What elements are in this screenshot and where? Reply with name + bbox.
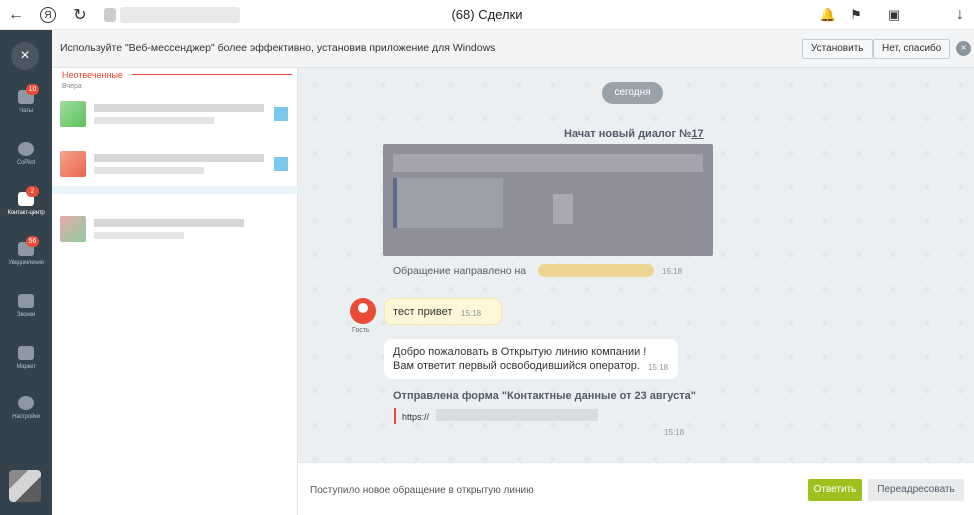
guest-label: Гость	[352, 327, 370, 334]
list-separator	[52, 186, 298, 194]
message-text: Добро пожаловать в Открытую линию компан…	[393, 346, 647, 358]
sidebar-item-settings[interactable]: Настройки	[0, 392, 52, 438]
gear-icon	[18, 396, 34, 410]
notifications-icon[interactable]: 🔔	[818, 5, 838, 25]
guest-avatar	[350, 298, 376, 324]
chat-area: сегодня Начат новый диалог №17 Обращение…	[298, 68, 974, 462]
sidebar-item-label: Чаты	[19, 108, 33, 114]
directed-notice: Обращение направлено на	[393, 265, 527, 277]
new-dialog-notice: Начат новый диалог №17	[564, 128, 704, 140]
message-time: 15:18	[648, 363, 669, 372]
divider	[132, 74, 292, 75]
sidebar-item-label: Звонки	[16, 312, 36, 318]
banner-text: Используйте "Веб-мессенджер" более эффек…	[60, 42, 496, 54]
blurred-message-card	[383, 144, 713, 256]
avatar	[60, 151, 86, 177]
avatar	[60, 101, 86, 127]
answer-button[interactable]: Ответить	[808, 479, 862, 501]
welcome-message: Добро пожаловать в Открытую линию компан…	[384, 339, 678, 379]
list-item-title	[94, 104, 264, 112]
operator-mention[interactable]	[538, 264, 654, 277]
section-title: Неотвеченные	[62, 70, 123, 80]
day-label: Вчера	[62, 83, 82, 90]
date-separator: сегодня	[602, 82, 663, 104]
sidebar-item-label: Контакт-центр	[7, 210, 45, 216]
sidebar-item-label: Уведомления	[8, 260, 44, 266]
install-button[interactable]: Установить	[802, 39, 873, 59]
guest-message: тест привет 15:18	[384, 298, 502, 325]
message-time: 15:18	[662, 267, 683, 276]
bookmark-icon[interactable]: ⚑	[846, 5, 866, 25]
sidebar-item-chats[interactable]: 10 Чаты	[0, 84, 52, 132]
close-icon[interactable]: ×	[956, 41, 971, 56]
form-link[interactable]: https://	[402, 412, 429, 422]
new-dialog-text: Начат новый диалог №	[564, 128, 692, 140]
footer-status: Поступило новое обращение в открытую лин…	[310, 485, 534, 496]
list-item-preview	[94, 167, 204, 174]
forward-button[interactable]: Переадресовать	[868, 479, 964, 501]
status-badge: 2	[26, 186, 39, 197]
channel-icon	[274, 107, 288, 121]
list-item-preview	[94, 117, 214, 124]
avatar	[60, 216, 86, 242]
message-text: Вам ответит первый освободившийся операт…	[393, 360, 640, 372]
list-item-title	[94, 219, 244, 227]
dialog-list: Неотвеченные Вчера	[52, 68, 298, 515]
sidebar-item-notifications[interactable]: 56 Уведомления	[0, 236, 52, 284]
list-item-preview	[94, 232, 184, 239]
form-notice: Отправлена форма "Контактные данные от 2…	[393, 390, 696, 402]
sidebar-item-label: Настройки	[12, 414, 40, 420]
list-item[interactable]	[52, 145, 298, 183]
sidebar: × 10 Чаты CoPilot 2 Контакт-центр 56 Уве…	[0, 30, 52, 515]
close-icon[interactable]: ×	[11, 42, 39, 70]
collections-icon[interactable]: ▣	[884, 5, 904, 25]
dialog-number-link[interactable]: 17	[691, 128, 703, 140]
sidebar-item-market[interactable]: Маркет	[0, 342, 52, 388]
message-text: тест привет	[393, 306, 453, 318]
list-item-title	[94, 154, 264, 162]
chat-footer: Поступило новое обращение в открытую лин…	[298, 462, 974, 515]
browser-toolbar: ← Я ↻ (68) Сделки 🔔 ⚑ ▣ ↓	[0, 0, 974, 30]
channel-icon	[274, 157, 288, 171]
blurred-url	[436, 409, 598, 421]
sidebar-item-contact-center[interactable]: 2 Контакт-центр	[0, 186, 52, 234]
status-badge: 56	[26, 236, 39, 247]
status-badge: 10	[26, 84, 39, 95]
message-time: 15:18	[664, 428, 685, 437]
quote-line	[394, 408, 396, 424]
sidebar-item-copilot[interactable]: CoPilot	[0, 138, 52, 184]
message-time: 15:18	[461, 309, 482, 318]
sidebar-item-label: CoPilot	[17, 160, 35, 166]
copilot-icon	[18, 142, 34, 156]
download-icon[interactable]: ↓	[950, 5, 970, 25]
install-banner: Используйте "Веб-мессенджер" более эффек…	[52, 30, 974, 68]
market-icon	[18, 346, 34, 360]
phone-icon	[18, 294, 34, 308]
list-item[interactable]	[52, 210, 298, 248]
list-item[interactable]	[52, 95, 298, 133]
sidebar-item-label: Маркет	[16, 364, 36, 370]
avatar[interactable]	[9, 470, 41, 502]
decline-button[interactable]: Нет, спасибо	[873, 39, 951, 59]
sidebar-item-calls[interactable]: Звонки	[0, 290, 52, 336]
